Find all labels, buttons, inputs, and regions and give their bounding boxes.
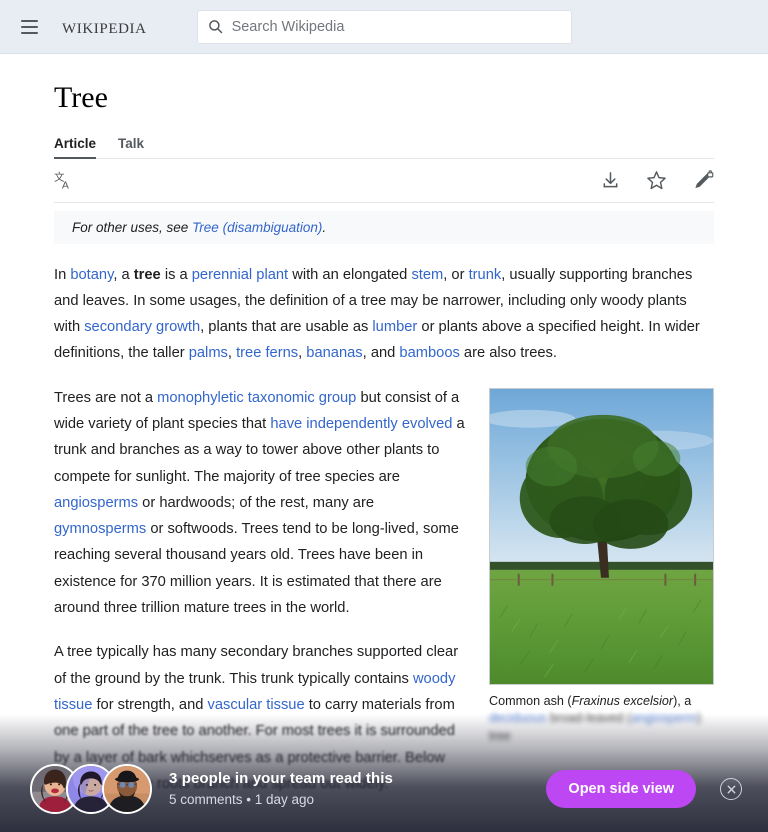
notification-title: 3 people in your team read this	[169, 770, 393, 787]
text-run: ), a	[673, 693, 692, 708]
article-toolbar: 文 A	[54, 159, 714, 203]
text-run: for strength, and	[92, 696, 208, 713]
page-title: Tree	[54, 81, 108, 114]
text-run: A tree typically has many secondary bran…	[54, 644, 459, 687]
article-content: Tree Article Talk 文 A For other uses, se…	[0, 54, 768, 797]
link-trunk[interactable]: trunk	[469, 267, 502, 283]
text-run: , a	[113, 266, 134, 283]
hatnote-prefix: For other uses, see	[72, 219, 193, 235]
search-box[interactable]	[196, 9, 572, 44]
text-run: or hardwoods; of the rest, many are	[138, 494, 375, 511]
tab-talk[interactable]: Talk	[118, 136, 144, 158]
link-deciduous[interactable]: deciduous	[489, 711, 546, 725]
paragraph-2: Trees are not a monophyletic taxonomic g…	[54, 385, 468, 622]
paragraph-1: In botany, a tree is a perennial plant w…	[54, 262, 714, 367]
toolbar-actions	[601, 169, 714, 191]
text-run: In	[54, 266, 71, 283]
term-tree: tree	[133, 266, 161, 283]
article-figure: Common ash (Fraxinus excelsior), a decid…	[489, 387, 714, 746]
close-icon[interactable]	[720, 778, 742, 800]
common-ash-tree-photo[interactable]	[489, 387, 714, 685]
caption-blurred-tail: deciduous broad-leaved (angiosperm) tree	[489, 711, 701, 743]
text-run: are also trees.	[459, 345, 557, 362]
search-icon	[208, 20, 222, 34]
open-side-view-button[interactable]: Open side view	[546, 770, 696, 808]
link-botany[interactable]: botany	[70, 267, 113, 283]
text-run: , and	[362, 345, 400, 362]
hatnote-link[interactable]: Tree (disambiguation)	[192, 220, 322, 235]
notification-subtitle: 5 comments • 1 day ago	[169, 792, 315, 807]
link-tree-ferns[interactable]: tree ferns	[236, 345, 298, 361]
link-vascular-tissue[interactable]: vascular tissue	[208, 697, 305, 713]
link-stem[interactable]: stem	[411, 267, 443, 283]
team-activity-notification: 3 people in your team read this 5 commen…	[0, 746, 768, 832]
figure-caption: Common ash (Fraxinus excelsior), a decid…	[489, 685, 714, 746]
link-monophyletic-taxonomic-group[interactable]: monophyletic taxonomic group	[157, 390, 356, 406]
link-secondary-growth[interactable]: secondary growth	[84, 319, 200, 335]
link-have-independently-evolved[interactable]: have independently evolved	[270, 416, 452, 432]
link-angiosperms[interactable]: angiosperms	[54, 495, 138, 511]
star-icon[interactable]	[646, 170, 667, 191]
avatar-person-3[interactable]	[102, 764, 152, 814]
search-input[interactable]	[231, 18, 561, 35]
article-tabs: Article Talk	[54, 136, 714, 159]
text-run: broad-leaved (	[546, 711, 632, 726]
site-header: Wikipedia	[0, 0, 768, 54]
svg-text:A: A	[62, 179, 69, 191]
text-run: , or	[443, 266, 469, 283]
notification-text: 3 people in your team read this 5 commen…	[169, 768, 546, 810]
link-gymnosperms[interactable]: gymnosperms	[54, 521, 146, 537]
text-run: , plants that are usable as	[200, 319, 373, 336]
download-icon[interactable]	[601, 171, 620, 190]
text-run: Common ash (	[489, 693, 572, 708]
link-bananas[interactable]: bananas	[306, 345, 362, 361]
pencil-lock-icon[interactable]	[693, 169, 714, 191]
text-run: ,	[227, 345, 237, 362]
avatar-group	[30, 764, 152, 814]
link-lumber[interactable]: lumber	[372, 319, 417, 335]
link-angiosperm[interactable]: angiosperm	[631, 711, 697, 725]
text-run: is a	[160, 266, 192, 283]
link-bamboos[interactable]: bamboos	[399, 345, 459, 361]
text-run: with an elongated	[288, 266, 412, 283]
species-name: Fraxinus excelsior	[571, 693, 674, 708]
link-perennial-plant[interactable]: perennial plant	[192, 267, 288, 283]
language-icon[interactable]: 文 A	[54, 170, 75, 191]
link-palms[interactable]: palms	[189, 345, 228, 361]
tab-article[interactable]: Article	[54, 136, 97, 159]
hatnote-suffix: .	[322, 219, 327, 235]
text-run: Trees are not a	[54, 389, 158, 406]
hatnote: For other uses, see Tree (disambiguation…	[54, 210, 714, 244]
hamburger-menu-icon[interactable]	[14, 12, 44, 42]
wikipedia-wordmark[interactable]: Wikipedia	[62, 14, 147, 39]
